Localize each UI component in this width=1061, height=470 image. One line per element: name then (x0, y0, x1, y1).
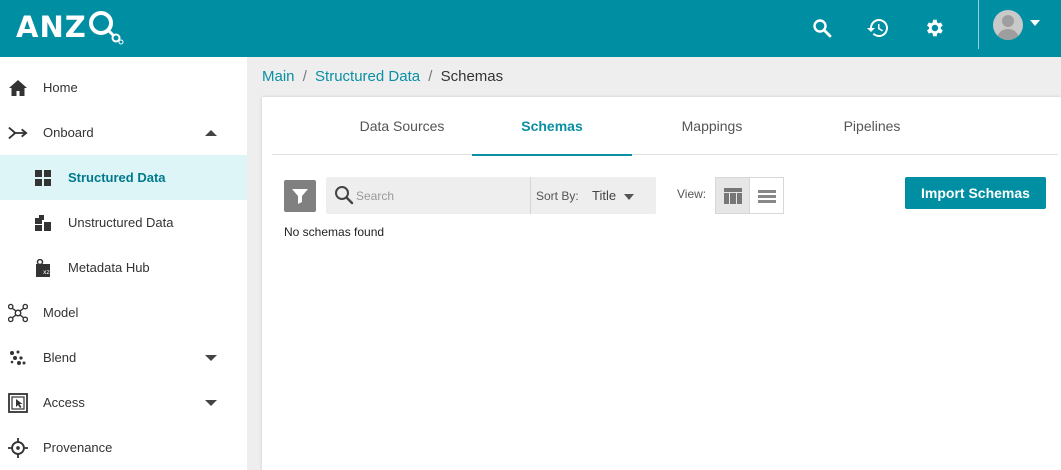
sidebar: Home Onboard Structured Data Unstructure… (0, 57, 247, 470)
avatar[interactable] (993, 10, 1023, 40)
model-graph-icon (8, 303, 28, 323)
sidebar-item-label: Structured Data (68, 170, 166, 185)
metadata-icon: xz (33, 258, 53, 278)
table-grid-icon (723, 187, 742, 204)
search-input[interactable] (356, 183, 526, 208)
svg-text:xz: xz (43, 269, 50, 276)
tab-pipelines[interactable]: Pipelines (792, 97, 952, 155)
crosshair-icon (8, 437, 28, 458)
tab-bar: Data Sources Schemas Mappings Pipelines (272, 97, 1058, 156)
breadcrumb: Main / Structured Data / Schemas (262, 68, 503, 85)
search-icon[interactable] (806, 12, 838, 44)
empty-state-message: No schemas found (284, 225, 385, 239)
tab-schemas[interactable]: Schemas (472, 97, 632, 156)
sidebar-item-label: Metadata Hub (68, 260, 150, 275)
breadcrumb-separator: / (302, 68, 307, 85)
blend-dots-icon (8, 348, 28, 368)
list-view-button[interactable] (749, 177, 784, 214)
sidebar-item-label: Blend (43, 350, 77, 365)
blocks-icon (33, 213, 53, 233)
breadcrumb-separator: / (428, 68, 433, 85)
sidebar-item-label: Model (43, 305, 79, 320)
chevron-down-icon[interactable] (205, 399, 217, 406)
sort-by-select[interactable]: Title (592, 188, 616, 203)
search-divider (530, 177, 531, 214)
sidebar-item-model[interactable]: Model (0, 290, 247, 335)
breadcrumb-structured-data-link[interactable]: Structured Data (315, 68, 420, 85)
anzo-logo[interactable]: ANZ (16, 9, 124, 45)
sidebar-item-provenance[interactable]: Provenance (0, 425, 247, 470)
sidebar-item-blend[interactable]: Blend (0, 335, 247, 380)
search-bar: Sort By: Title (326, 177, 656, 214)
chevron-down-icon[interactable] (624, 194, 634, 200)
access-icon (8, 392, 28, 413)
home-icon (8, 78, 28, 98)
filter-icon (292, 189, 308, 204)
sidebar-item-label: Provenance (43, 440, 113, 455)
sidebar-item-access[interactable]: Access (0, 380, 247, 425)
sidebar-item-label: Access (43, 395, 85, 410)
logo-text: ANZ (16, 10, 87, 44)
main-card: Data Sources Schemas Mappings Pipelines … (262, 97, 1061, 470)
breadcrumb-main-link[interactable]: Main (262, 68, 295, 85)
sidebar-item-label: Onboard (43, 125, 94, 140)
sort-by-label: Sort By: (536, 189, 579, 203)
sidebar-item-onboard[interactable]: Onboard (0, 110, 247, 155)
grid-icon (33, 168, 53, 188)
onboard-arrow-icon (8, 123, 28, 143)
sidebar-item-home[interactable]: Home (0, 65, 247, 110)
sidebar-item-label: Home (43, 80, 78, 95)
sidebar-item-structured-data[interactable]: Structured Data (0, 155, 247, 200)
chevron-up-icon[interactable] (205, 129, 217, 136)
sidebar-item-label: Unstructured Data (68, 215, 174, 230)
breadcrumb-current: Schemas (440, 68, 504, 85)
list-icon (757, 189, 776, 203)
tab-mappings[interactable]: Mappings (632, 97, 792, 155)
history-icon[interactable] (862, 12, 894, 44)
top-bar: ANZ (0, 0, 1061, 57)
logo-mark-icon (88, 11, 124, 45)
search-icon (334, 185, 354, 210)
sidebar-item-unstructured-data[interactable]: Unstructured Data (0, 200, 247, 245)
view-label: View: (677, 187, 707, 201)
filter-button[interactable] (284, 180, 316, 212)
chevron-down-icon[interactable] (205, 354, 217, 361)
topbar-divider (978, 0, 979, 49)
sidebar-item-metadata-hub[interactable]: xz Metadata Hub (0, 245, 247, 290)
tab-data-sources[interactable]: Data Sources (322, 97, 482, 155)
import-schemas-button[interactable]: Import Schemas (905, 177, 1046, 209)
gear-icon[interactable] (918, 12, 950, 44)
chevron-down-icon[interactable] (1030, 20, 1040, 26)
grid-view-button[interactable] (715, 177, 750, 214)
